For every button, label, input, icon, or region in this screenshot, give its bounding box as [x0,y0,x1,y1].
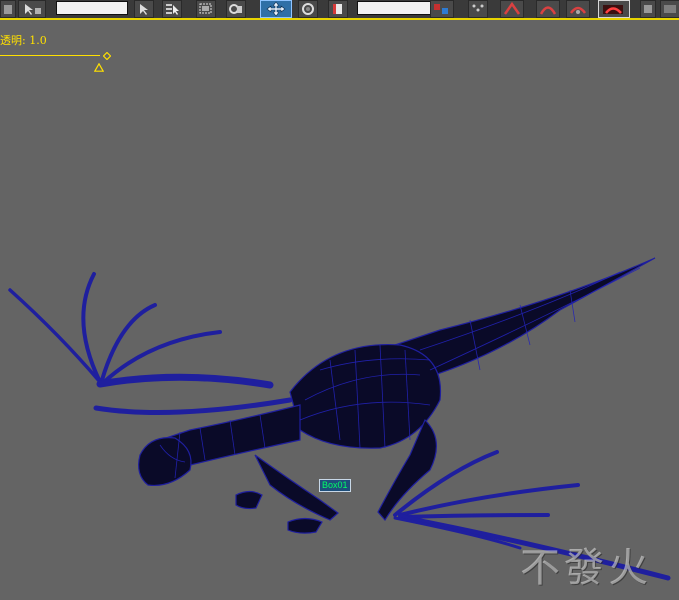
object-name-tag: Box01 [319,479,351,492]
dragon-wireframe-model[interactable] [0,0,679,600]
watermark-text: 不發火 [520,545,652,591]
